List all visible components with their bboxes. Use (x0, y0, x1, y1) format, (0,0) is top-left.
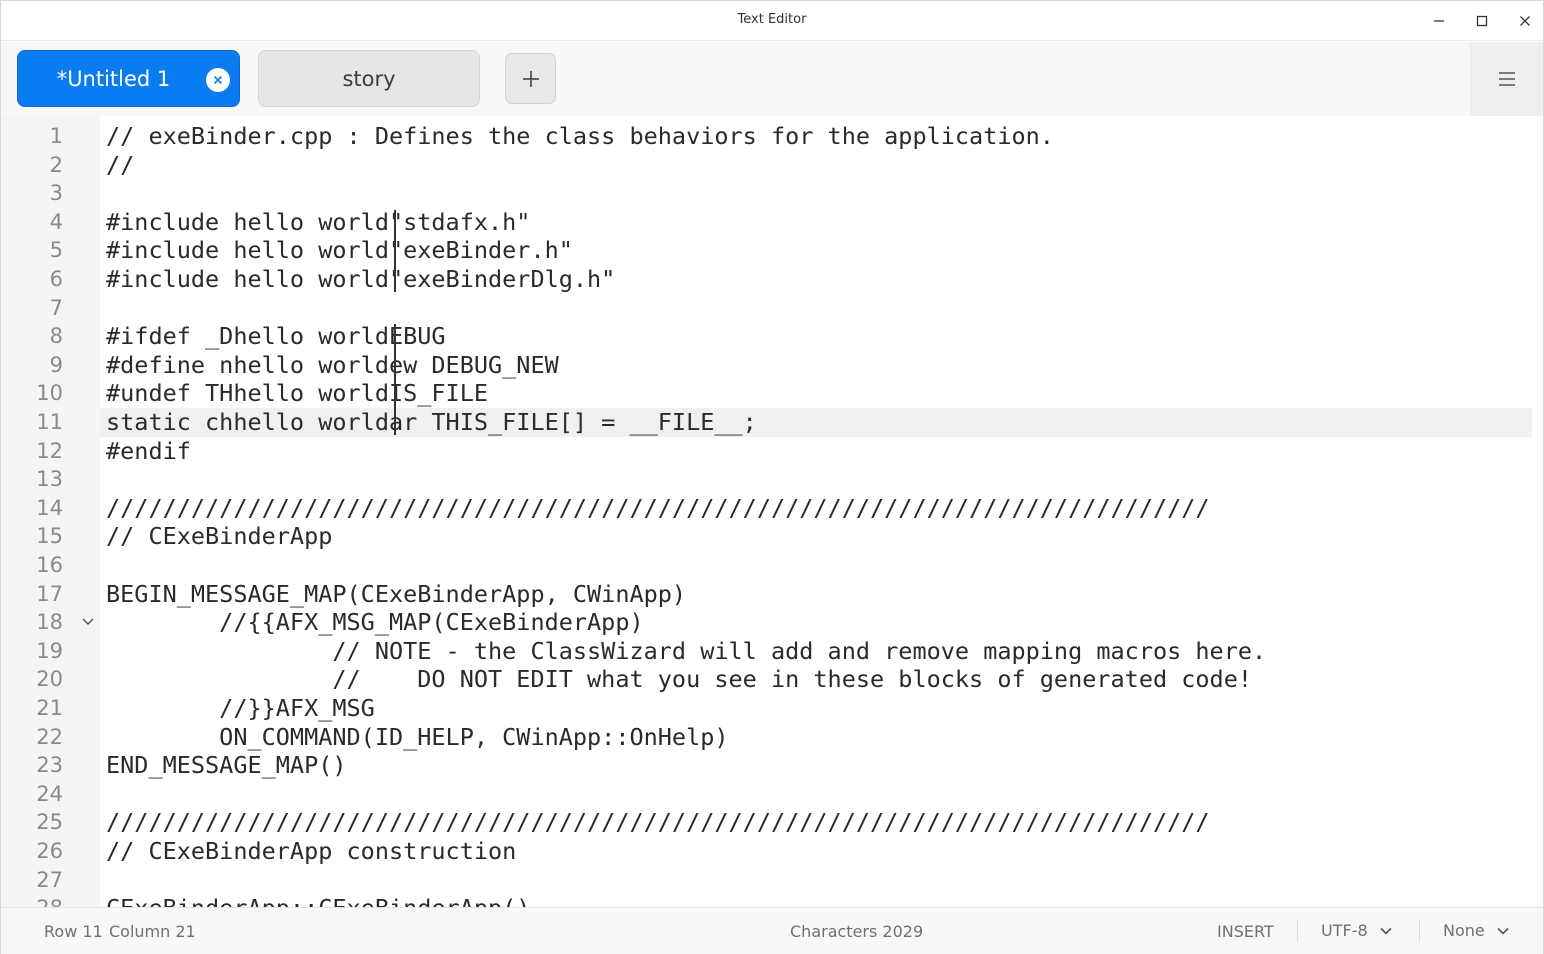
line-number: 20 (36, 667, 63, 692)
tab-story[interactable]: story (258, 50, 480, 107)
minimize-button[interactable] (1427, 9, 1451, 33)
chevron-down-icon (1497, 927, 1509, 935)
code-line[interactable]: // NOTE - the ClassWizard will add and r… (106, 637, 1266, 666)
character-count: Characters 2029 (790, 922, 924, 941)
line-number: 28 (1, 894, 63, 907)
code-line[interactable]: // CExeBinderApp construction (106, 837, 516, 866)
chevron-down-icon (1380, 927, 1392, 935)
chevron-down-icon[interactable] (81, 617, 95, 627)
hamburger-menu-icon (1498, 72, 1515, 86)
code-line[interactable]: //{{AFX_MSG_MAP(CExeBinderApp) (106, 608, 643, 637)
window-title: Text Editor (737, 12, 807, 27)
status-divider (1297, 920, 1298, 942)
minimize-icon (1434, 20, 1444, 22)
text-editor-window: Text Editor *Untitled 1 story 1234567891… (0, 0, 1544, 954)
line-number: 13 (36, 467, 63, 492)
insert-mode-indicator[interactable]: INSERT (1217, 922, 1274, 941)
line-number: 26 (36, 839, 63, 863)
code-line[interactable]: #define nhello worldew DEBUG_NEW (106, 351, 559, 380)
row-indicator: Row 11 (44, 922, 103, 941)
highlight-mode-dropdown[interactable]: None (1443, 921, 1509, 940)
code-line[interactable]: #include hello world"exeBinderDlg.h" (106, 265, 615, 294)
tab-untitled-1[interactable]: *Untitled 1 (17, 50, 240, 107)
line-number: 27 (36, 867, 63, 892)
line-number: 6 (49, 267, 63, 291)
line-number: 15 (36, 524, 63, 549)
line-number: 4 (49, 209, 63, 234)
column-indicator: Column 21 (109, 922, 196, 941)
code-line[interactable]: #endif (106, 437, 191, 466)
tab-bar: *Untitled 1 story (1, 42, 1543, 116)
line-number: 3 (49, 181, 63, 206)
text-cursor (394, 209, 396, 292)
encoding-value: UTF-8 (1321, 921, 1368, 940)
code-line[interactable]: #include hello world"stdafx.h" (106, 208, 530, 237)
plus-icon (522, 70, 539, 87)
encoding-dropdown[interactable]: UTF-8 (1321, 921, 1392, 940)
line-number: 23 (36, 753, 63, 778)
line-number: 8 (49, 324, 63, 349)
code-text-area[interactable]: // exeBinder.cpp : Defines the class beh… (100, 116, 1537, 907)
line-number: 12 (36, 438, 63, 463)
main-menu-button[interactable] (1470, 42, 1543, 116)
line-number: 10 (36, 381, 63, 406)
code-line[interactable]: // (106, 151, 134, 180)
code-line[interactable]: #include hello world"exeBinder.h" (106, 236, 573, 265)
tab-close-icon (213, 75, 223, 85)
line-number: 14 (36, 495, 63, 520)
close-icon (1520, 16, 1530, 26)
line-number: 2 (49, 152, 63, 177)
maximize-button[interactable] (1470, 9, 1494, 33)
text-cursor (394, 324, 396, 435)
line-number: 21 (36, 696, 63, 720)
code-line[interactable]: END_MESSAGE_MAP() (106, 751, 347, 780)
code-line[interactable]: // DO NOT EDIT what you see in these blo… (106, 665, 1252, 694)
line-number: 11 (36, 410, 63, 434)
line-number: 1 (49, 124, 63, 148)
status-divider (1419, 920, 1420, 942)
close-button[interactable] (1513, 9, 1537, 33)
maximize-icon (1476, 15, 1488, 27)
code-line[interactable]: ON_COMMAND(ID_HELP, CWinApp::OnHelp) (106, 723, 728, 752)
line-number-gutter: 1 2 3 4 5 6 7 8 9 10 11 12 13 14 15 16 17 18 19 20 21 22 23 24 2… (1, 116, 100, 907)
line-number: 24 (36, 781, 63, 806)
line-number: 5 (49, 238, 63, 263)
line-number: 7 (49, 295, 63, 320)
code-line[interactable]: BEGIN_MESSAGE_MAP(CExeBinderApp, CWinApp… (106, 580, 686, 609)
code-line[interactable]: #undef THhello worldIS_FILE (106, 379, 488, 408)
code-line[interactable]: static chhello worldar THIS_FILE[] = __F… (106, 408, 757, 437)
line-number: 16 (36, 553, 63, 577)
code-line[interactable]: //}}AFX_MSG (106, 694, 375, 723)
code-line[interactable]: // CExeBinderApp (106, 522, 332, 551)
add-tab-button[interactable] (505, 53, 556, 104)
line-number: 22 (36, 724, 63, 749)
tab-label: *Untitled 1 (56, 66, 171, 91)
code-line[interactable]: CExeBinderApp::CExeBinderApp() (106, 894, 530, 907)
title-bar: Text Editor (1, 1, 1543, 41)
vertical-scrollbar[interactable] (1537, 116, 1543, 907)
line-number: 18 (36, 610, 63, 635)
code-line[interactable]: ////////////////////////////////////////… (106, 808, 1210, 837)
line-number: 19 (36, 638, 63, 663)
highlight-mode-value: None (1443, 921, 1485, 940)
editor-view[interactable]: 1 2 3 4 5 6 7 8 9 10 11 12 13 14 15 16 17 18 19 20 21 22 23 24 2… (1, 116, 1543, 907)
line-number: 9 (49, 352, 63, 377)
line-number: 25 (36, 810, 63, 835)
tab-label: story (342, 66, 396, 91)
status-bar: Row 11 Column 21 Characters 2029 INSERT … (1, 907, 1543, 954)
code-line[interactable]: // exeBinder.cpp : Defines the class beh… (106, 122, 1054, 151)
line-number: 17 (36, 581, 63, 606)
tab-close-button[interactable] (206, 68, 230, 92)
code-line[interactable]: ////////////////////////////////////////… (106, 494, 1210, 523)
